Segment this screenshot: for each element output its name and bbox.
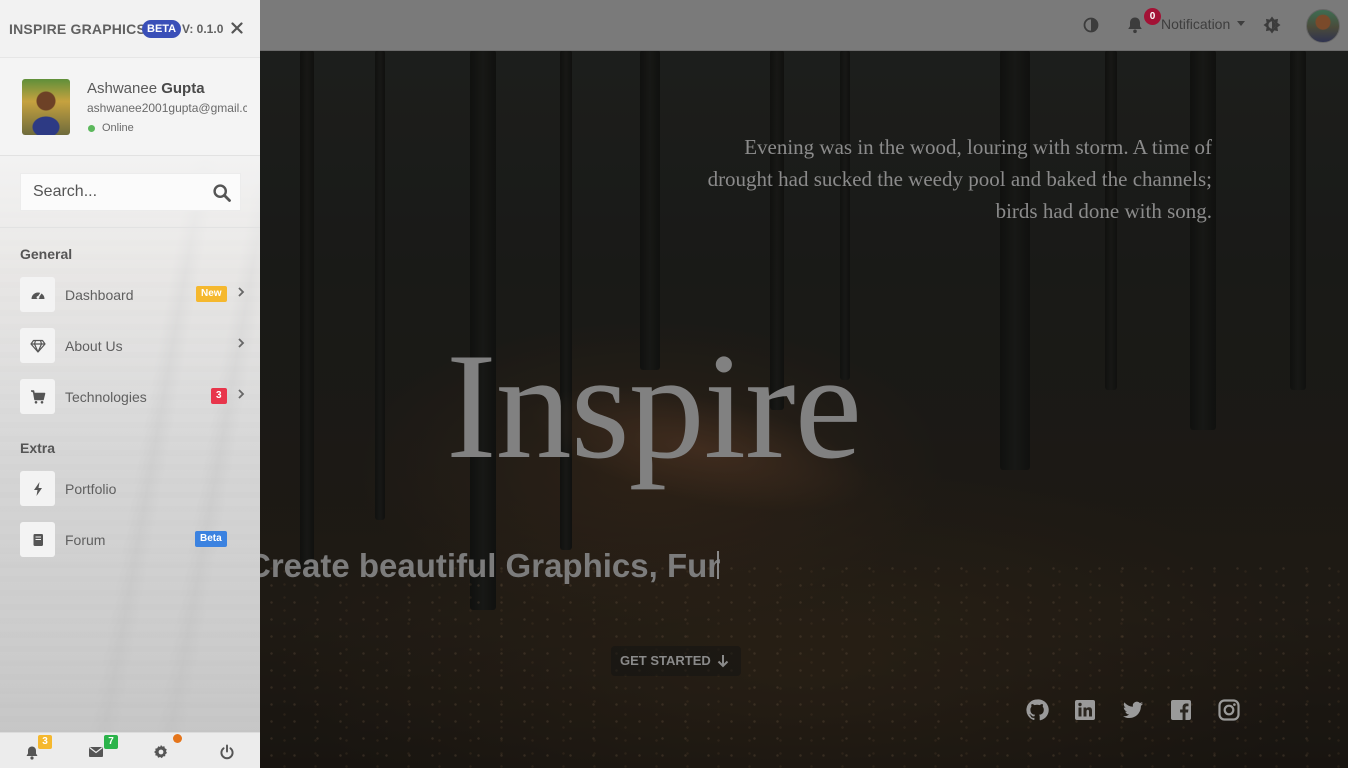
diamond-icon [29,339,46,353]
hero-quote: Evening was in the wood, louring with st… [707,135,1212,223]
sidebar-item-portfolio[interactable]: Portfolio [20,471,250,507]
footer-settings-button[interactable] [130,733,195,768]
gear-icon [154,745,167,759]
chevron-right-icon [238,338,245,348]
typing-cursor [717,551,719,579]
diamond-icon-box [20,328,55,363]
search-box [20,173,241,211]
twitter-icon[interactable] [1121,698,1145,722]
envelope-icon [89,747,103,757]
dashboard-icon [31,292,44,299]
sidebar-item-label: Technologies [65,389,147,405]
cart-icon [30,389,45,404]
chevron-right-icon [238,287,245,297]
github-icon[interactable] [1025,698,1049,722]
user-avatar[interactable] [22,79,70,135]
dashboard-icon-box [20,277,55,312]
settings-indicator-dot [173,734,182,743]
section-title-extra: Extra [20,440,56,456]
technologies-count-badge: 3 [211,388,227,404]
user-status: Online [102,122,134,134]
instagram-icon[interactable] [1217,698,1241,722]
user-last-name: Gupta [161,80,205,97]
bell-icon[interactable] [1125,15,1145,35]
beta-badge: BETA [142,20,182,38]
search-icon[interactable] [212,183,232,203]
bolt-icon [33,481,42,496]
sidebar-item-label: Portfolio [65,481,117,497]
linkedin-icon[interactable] [1073,698,1097,722]
bolt-icon-box [20,471,55,506]
notification-dropdown[interactable]: Notification [1161,16,1230,32]
messages-count-badge: 7 [104,735,118,749]
hero-title: Inspire [446,322,862,490]
online-status-dot [88,125,95,132]
sidebar-item-dashboard[interactable]: Dashboard New [20,277,250,313]
notification-count-badge: 0 [1144,8,1161,25]
user-email: ashwanee2001gupta@gmail.com [87,101,247,115]
user-profile: Ashwanee Gupta ashwanee2001gupta@gmail.c… [0,57,260,156]
user-first-name: Ashwanee [87,80,162,97]
sidebar-item-about-us[interactable]: About Us [20,328,250,364]
typing-text: Create beautiful Graphics, Functional [260,547,720,584]
sidebar: INSPIRE GRAPHICS BETA V: 0.1.0 Ashwanee … [0,0,260,768]
brand-name[interactable]: INSPIRE GRAPHICS [9,21,146,37]
get-started-label: GET STARTED [620,653,711,668]
new-badge: New [196,286,227,302]
contrast-icon[interactable] [1081,15,1101,35]
book-icon-box [20,522,55,557]
avatar[interactable] [1306,9,1340,43]
beta-badge: Beta [195,531,227,547]
section-title-general: General [20,246,73,262]
footer-logout-button[interactable] [195,733,260,768]
search-input[interactable] [21,174,205,210]
version-label: V: 0.1.0 [182,22,224,36]
chevron-right-icon [238,389,245,399]
sidebar-item-label: About Us [65,338,123,354]
footer-notifications-button[interactable]: 3 [0,733,65,768]
arrow-down-icon [717,655,729,668]
sidebar-item-label: Dashboard [65,287,134,303]
cart-icon-box [20,379,55,414]
caret-down-icon [1237,21,1245,26]
sidebar-item-technologies[interactable]: Technologies 3 [20,379,250,415]
hero-typing-text: Create beautiful Graphics, Functional [260,544,720,588]
footer-messages-button[interactable]: 7 [65,733,130,768]
power-icon [220,744,234,760]
user-name: Ashwanee Gupta [87,80,205,97]
sidebar-item-label: Forum [65,532,106,548]
brightness-icon[interactable] [1262,15,1282,35]
facebook-icon[interactable] [1169,698,1193,722]
sidebar-search [0,156,260,228]
sidebar-header: INSPIRE GRAPHICS BETA V: 0.1.0 [0,0,260,57]
sidebar-item-forum[interactable]: Forum Beta [20,522,250,558]
close-icon[interactable] [231,22,243,34]
sidebar-footer: 3 7 [0,732,260,768]
notifications-count-badge: 3 [38,735,52,749]
book-icon [33,533,43,546]
